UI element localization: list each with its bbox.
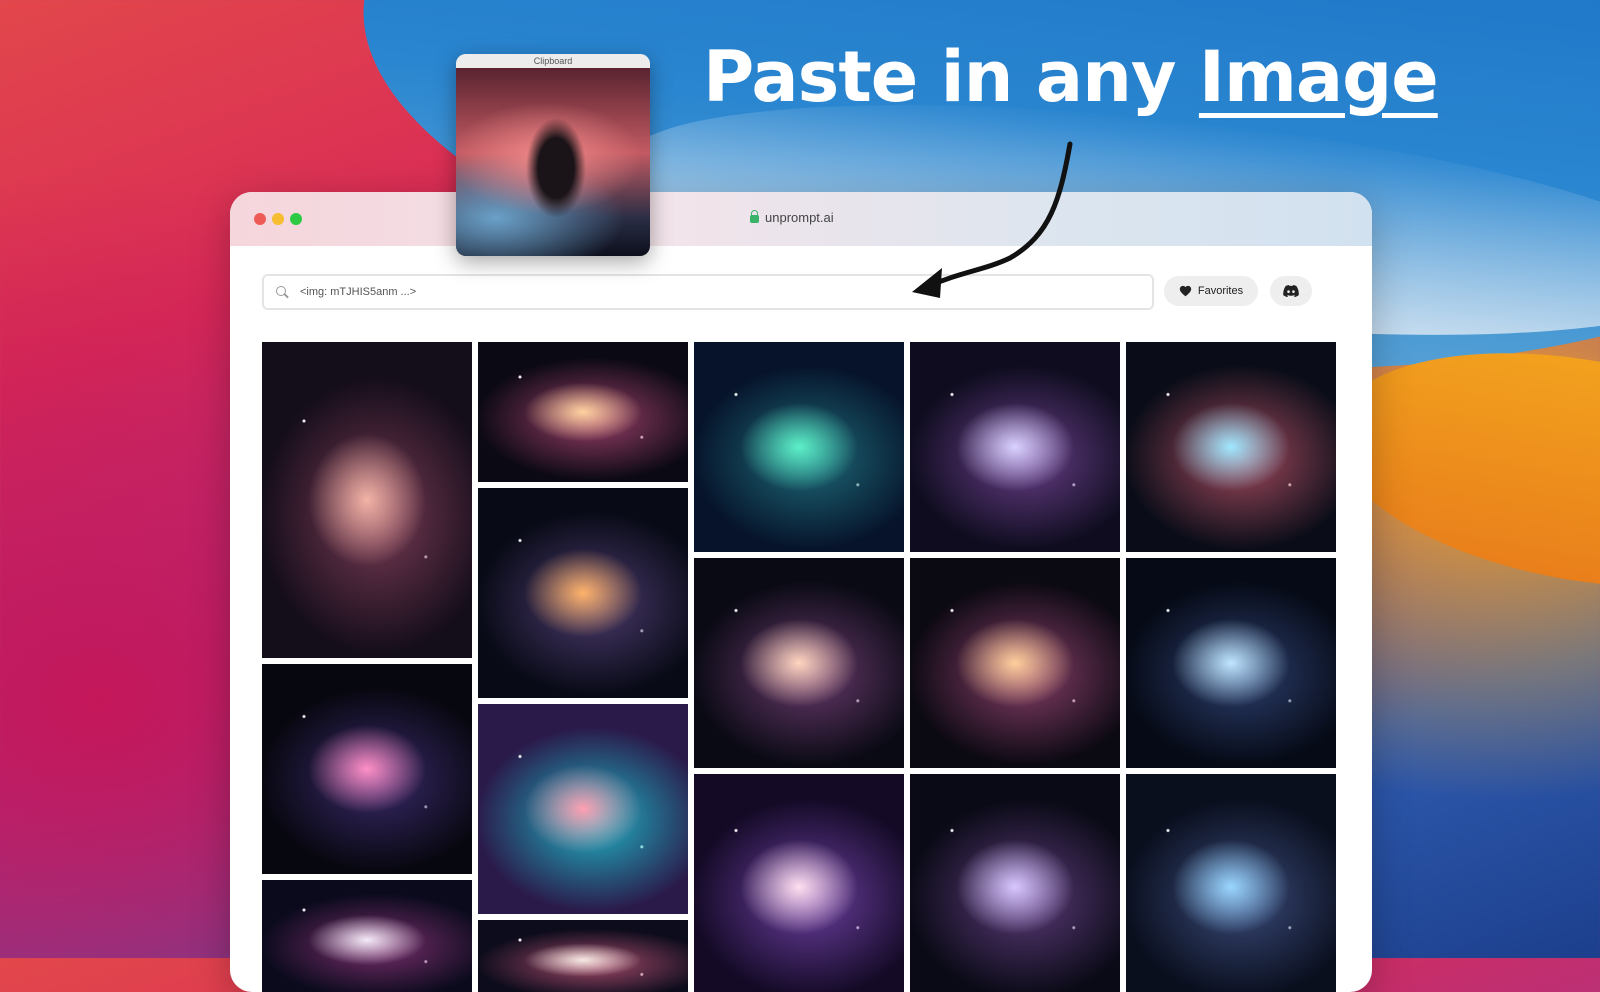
gallery-image[interactable]	[262, 664, 472, 874]
gallery-image[interactable]	[694, 558, 904, 768]
gallery-image[interactable]	[910, 342, 1120, 552]
gallery-image[interactable]	[910, 558, 1120, 768]
maximize-window-button[interactable]	[290, 213, 302, 225]
favorites-button[interactable]: Favorites	[1164, 276, 1258, 306]
close-window-button[interactable]	[254, 213, 266, 225]
browser-window: unprompt.ai Favorites	[230, 192, 1372, 992]
lock-icon	[750, 209, 759, 223]
search-icon	[276, 286, 288, 298]
gallery-image[interactable]	[262, 342, 472, 658]
discord-button[interactable]	[1270, 276, 1312, 306]
heart-icon	[1179, 285, 1192, 297]
discord-icon	[1283, 285, 1299, 297]
gallery-image[interactable]	[478, 342, 688, 482]
gallery-image[interactable]	[910, 774, 1120, 992]
gallery-image[interactable]	[1126, 774, 1336, 992]
minimize-window-button[interactable]	[272, 213, 284, 225]
clipboard-preview: Clipboard	[456, 54, 650, 256]
gallery-image[interactable]	[1126, 342, 1336, 552]
gallery-image[interactable]	[478, 488, 688, 698]
gallery-image[interactable]	[1126, 558, 1336, 768]
gallery-image[interactable]	[478, 920, 688, 992]
gallery-image[interactable]	[262, 880, 472, 992]
headline: Paste in any Image	[703, 36, 1439, 118]
clipboard-image	[456, 68, 650, 256]
pointer-arrow	[912, 141, 1073, 298]
favorites-label: Favorites	[1197, 285, 1244, 297]
gallery-image[interactable]	[478, 704, 688, 914]
gallery-image[interactable]	[694, 342, 904, 552]
clipboard-label: Clipboard	[456, 54, 650, 68]
gallery-image[interactable]	[694, 774, 904, 992]
address-text: unprompt.ai	[765, 210, 834, 225]
address-bar[interactable]: unprompt.ai	[750, 209, 834, 225]
browser-titlebar: unprompt.ai	[230, 192, 1372, 246]
headline-emphasis: Image	[1198, 36, 1439, 118]
headline-prefix: Paste in any	[703, 36, 1199, 118]
toolbar: Favorites	[262, 274, 1342, 310]
